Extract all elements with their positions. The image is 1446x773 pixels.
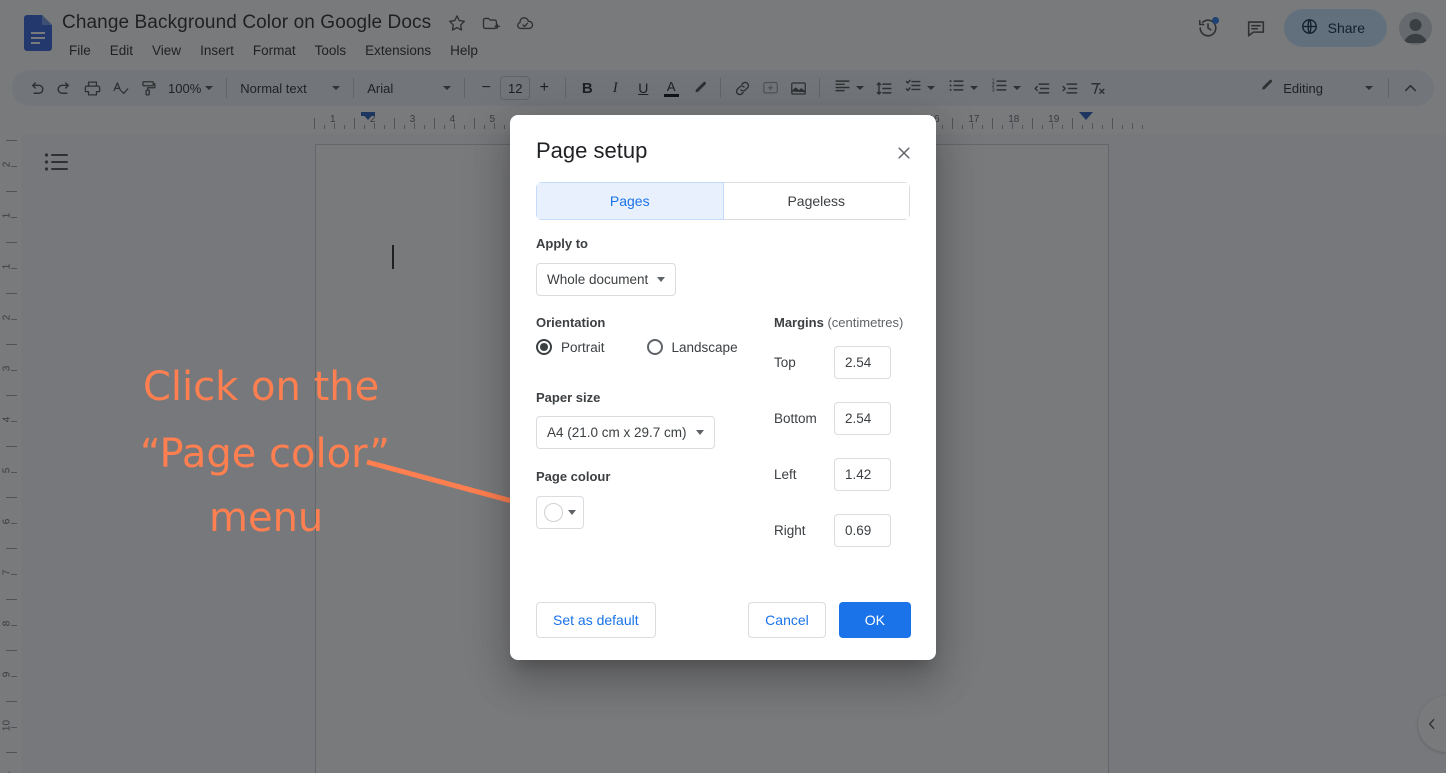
margins-unit: (centimetres): [827, 315, 904, 330]
margin-bottom-label: Bottom: [774, 411, 817, 426]
chevron-down-icon: [657, 277, 666, 282]
margin-top-input[interactable]: [834, 346, 891, 379]
close-icon[interactable]: [890, 139, 918, 167]
radio-landscape-indicator: [646, 339, 663, 355]
margin-left-input[interactable]: [834, 458, 891, 491]
page-setup-dialog: Page setup Pages Pageless Apply to Whole…: [510, 115, 936, 660]
margin-row-bottom: Bottom: [774, 402, 891, 435]
page-colour-swatch: [544, 503, 563, 522]
cancel-button[interactable]: Cancel: [748, 602, 826, 638]
chevron-down-icon: [568, 510, 576, 515]
footer-primary-actions: Cancel OK: [748, 602, 911, 638]
margins-heading: Margins (centimetres): [774, 315, 903, 330]
page-colour-label: Page colour: [536, 469, 611, 484]
margin-row-right: Right: [774, 514, 891, 547]
apply-to-value: Whole document: [547, 272, 649, 287]
margin-right-input[interactable]: [834, 514, 891, 547]
google-docs-window: Change Background Color on Google Docs: [0, 0, 1446, 773]
apply-to-select[interactable]: Whole document: [536, 263, 677, 296]
radio-portrait-label: Portrait: [561, 339, 605, 355]
tab-pageless[interactable]: Pageless: [723, 182, 910, 220]
page-colour-picker[interactable]: [536, 496, 584, 529]
tab-pages[interactable]: Pages: [536, 182, 724, 220]
margin-right-label: Right: [774, 523, 806, 538]
paper-size-label: Paper size: [536, 390, 601, 405]
radio-landscape[interactable]: Landscape: [646, 339, 738, 355]
margins-title: Margins: [774, 315, 824, 330]
radio-portrait[interactable]: Portrait: [536, 339, 605, 355]
dialog-title: Page setup: [536, 138, 648, 163]
paper-size-select[interactable]: A4 (21.0 cm x 29.7 cm): [536, 416, 715, 449]
margin-row-left: Left: [774, 458, 891, 491]
margin-bottom-input[interactable]: [834, 402, 891, 435]
radio-landscape-label: Landscape: [671, 339, 738, 355]
margin-top-label: Top: [774, 355, 796, 370]
radio-portrait-indicator: [536, 339, 552, 355]
layout-mode-tabs: Pages Pageless: [536, 182, 910, 220]
set-as-default-button[interactable]: Set as default: [536, 602, 656, 638]
margin-row-top: Top: [774, 346, 891, 379]
dialog-footer: Set as default Cancel OK: [536, 602, 911, 638]
paper-size-value: A4 (21.0 cm x 29.7 cm): [547, 425, 687, 440]
orientation-radio-group: Portrait Landscape: [536, 339, 738, 355]
apply-to-label: Apply to: [536, 236, 588, 251]
margin-left-label: Left: [774, 467, 797, 482]
orientation-label: Orientation: [536, 315, 606, 330]
ok-button[interactable]: OK: [838, 602, 911, 638]
chevron-down-icon: [695, 430, 704, 435]
